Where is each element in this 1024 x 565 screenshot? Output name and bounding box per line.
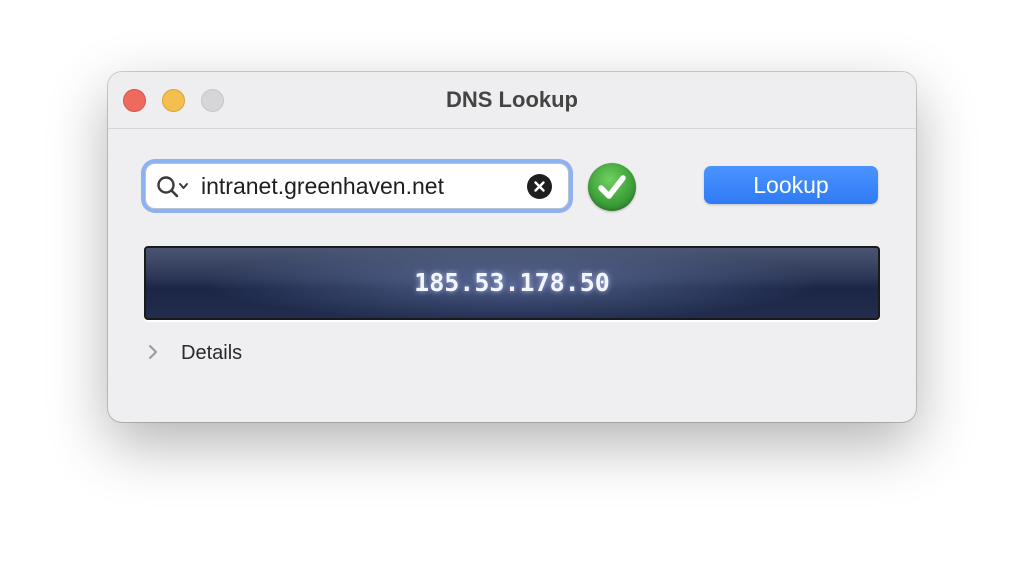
clear-search-button[interactable] — [527, 174, 552, 199]
search-input[interactable]: intranet.greenhaven.net — [201, 164, 444, 208]
resolved-ip-address: 185.53.178.50 — [414, 268, 610, 297]
dns-lookup-window: DNS Lookup intranet.greenhaven.net Looku… — [108, 72, 916, 422]
close-icon — [534, 181, 545, 192]
magnifying-glass-icon[interactable] — [156, 174, 190, 200]
details-disclosure[interactable]: Details — [146, 338, 346, 368]
title-bar[interactable]: DNS Lookup — [108, 72, 916, 129]
desktop-background: DNS Lookup intranet.greenhaven.net Looku… — [0, 0, 1024, 565]
details-label[interactable]: Details — [181, 338, 242, 368]
result-display: 185.53.178.50 — [144, 246, 880, 320]
checkmark-icon — [598, 175, 626, 199]
chevron-right-icon[interactable] — [146, 343, 160, 361]
lookup-button[interactable]: Lookup — [704, 166, 878, 204]
window-title: DNS Lookup — [446, 87, 578, 112]
lookup-success-badge — [588, 163, 636, 211]
hostname-search-field[interactable]: intranet.greenhaven.net — [145, 163, 569, 209]
